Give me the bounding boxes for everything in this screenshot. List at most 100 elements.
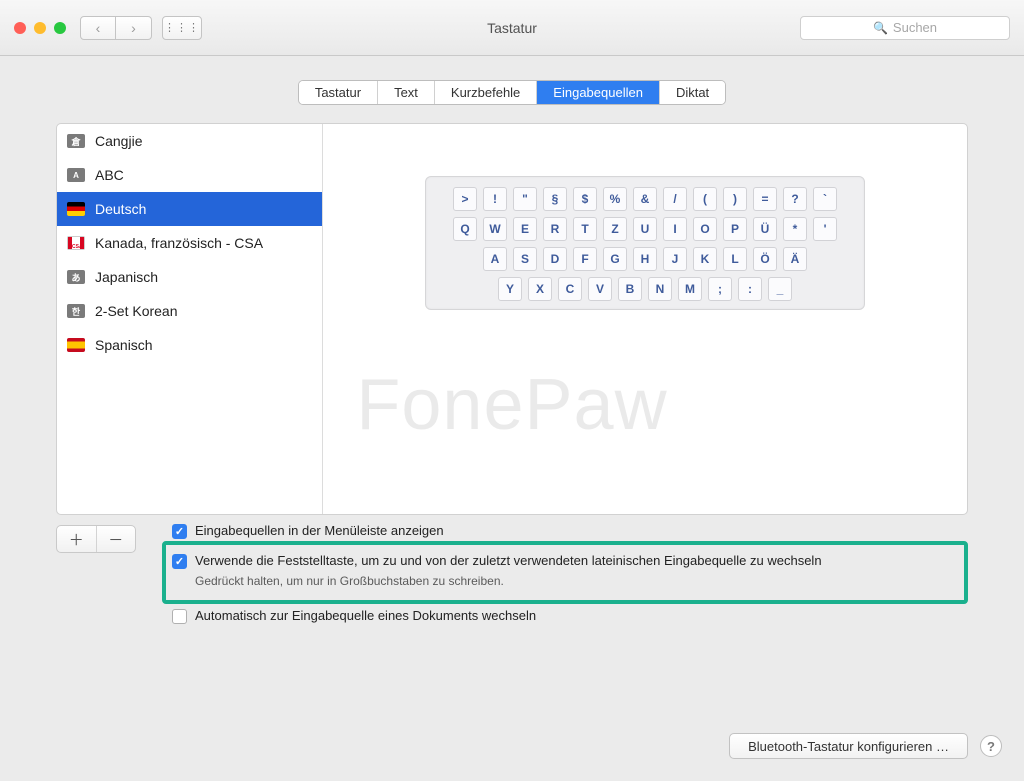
keyboard-key: B	[618, 277, 642, 301]
tab-row: TastaturTextKurzbefehleEingabequellenDik…	[0, 80, 1024, 105]
tab-text[interactable]: Text	[378, 81, 435, 104]
add-source-button[interactable]: ＋	[57, 526, 97, 552]
keyboard-key: "	[513, 187, 537, 211]
input-source-item[interactable]: あJapanisch	[57, 260, 322, 294]
tab-diktat[interactable]: Diktat	[660, 81, 725, 104]
zoom-window-button[interactable]	[54, 22, 66, 34]
keyboard-key: Ö	[753, 247, 777, 271]
source-flag-icon	[67, 202, 85, 216]
input-source-item[interactable]: A ABC	[57, 158, 322, 192]
close-window-button[interactable]	[14, 22, 26, 34]
keyboard-key: H	[633, 247, 657, 271]
source-label: Kanada, französisch - CSA	[95, 235, 263, 251]
keyboard-key: C	[558, 277, 582, 301]
input-source-item[interactable]: 한2-Set Korean	[57, 294, 322, 328]
option-capslock-text: Verwende die Feststelltaste, um zu und v…	[195, 553, 822, 588]
nav-segment: ‹ ›	[80, 16, 152, 40]
minimize-window-button[interactable]	[34, 22, 46, 34]
keyboard-layout: >!"§$%&/()=?`QWERTZUIOPÜ*'ASDFGHJKLÖÄYXC…	[425, 176, 865, 310]
chevron-right-icon: ›	[131, 20, 136, 36]
keyboard-key: /	[663, 187, 687, 211]
options-area: ✓ Eingabequellen in der Menüleiste anzei…	[172, 519, 968, 628]
keyboard-key: X	[528, 277, 552, 301]
grid-icon: ⋮⋮⋮	[164, 21, 200, 34]
keyboard-key: D	[543, 247, 567, 271]
keyboard-key: L	[723, 247, 747, 271]
checkbox-autoswitch[interactable]	[172, 609, 187, 624]
input-source-list[interactable]: 倉Cangjie A ABC Deutsch CSA Kanada, französisc…	[57, 124, 323, 514]
tab-eingabequellen[interactable]: Eingabequellen	[537, 81, 660, 104]
checkbox-capslock[interactable]: ✓	[172, 554, 187, 569]
option-autoswitch-label: Automatisch zur Eingabequelle eines Doku…	[195, 608, 536, 623]
search-input[interactable]: 🔍 Suchen	[800, 16, 1010, 40]
option-autoswitch[interactable]: Automatisch zur Eingabequelle eines Doku…	[172, 604, 968, 628]
keyboard-key: J	[663, 247, 687, 271]
keyboard-key: ?	[783, 187, 807, 211]
input-source-item[interactable]: Spanisch	[57, 328, 322, 362]
option-menubar[interactable]: ✓ Eingabequellen in der Menüleiste anzei…	[172, 519, 968, 543]
keyboard-key: :	[738, 277, 762, 301]
back-button[interactable]: ‹	[80, 16, 116, 40]
lower-controls: ＋ － ✓ Eingabequellen in der Menüleiste a…	[56, 519, 968, 628]
add-remove-segment: ＋ －	[56, 525, 136, 553]
source-label: Spanisch	[95, 337, 153, 353]
option-capslock[interactable]: ✓ Verwende die Feststelltaste, um zu und…	[172, 549, 954, 592]
keyboard-key: $	[573, 187, 597, 211]
keyboard-key: Q	[453, 217, 477, 241]
minus-icon: －	[108, 529, 123, 550]
checkbox-menubar[interactable]: ✓	[172, 524, 187, 539]
source-label: Deutsch	[95, 201, 146, 217]
remove-source-button[interactable]: －	[97, 526, 136, 552]
search-icon: 🔍	[873, 21, 888, 35]
input-source-item[interactable]: 倉Cangjie	[57, 124, 322, 158]
highlighted-option: ✓ Verwende die Feststelltaste, um zu und…	[162, 541, 968, 604]
bluetooth-config-button[interactable]: Bluetooth-Tastatur konfigurieren …	[729, 733, 968, 759]
input-source-item[interactable]: CSA Kanada, französisch - CSA	[57, 226, 322, 260]
source-label: ABC	[95, 167, 124, 183]
keyboard-key: _	[768, 277, 792, 301]
keyboard-key: Y	[498, 277, 522, 301]
keyboard-key: '	[813, 217, 837, 241]
keyboard-key: P	[723, 217, 747, 241]
keyboard-key: &	[633, 187, 657, 211]
help-button[interactable]: ?	[980, 735, 1002, 757]
source-flag-icon	[67, 338, 85, 352]
keyboard-key: E	[513, 217, 537, 241]
window-controls	[14, 22, 66, 34]
help-icon: ?	[987, 739, 995, 754]
keyboard-key: A	[483, 247, 507, 271]
source-flag-icon: CSA	[67, 236, 85, 250]
keyboard-key: >	[453, 187, 477, 211]
plus-icon: ＋	[69, 529, 84, 550]
keyboard-key: K	[693, 247, 717, 271]
keyboard-key: )	[723, 187, 747, 211]
show-all-button[interactable]: ⋮⋮⋮	[162, 16, 202, 40]
option-capslock-hint: Gedrückt halten, um nur in Großbuchstabe…	[195, 574, 822, 588]
keyboard-key: %	[603, 187, 627, 211]
source-flag-icon: 倉	[67, 134, 85, 148]
bottom-bar: Bluetooth-Tastatur konfigurieren … ?	[0, 733, 1024, 759]
keyboard-key: *	[783, 217, 807, 241]
keyboard-key: O	[693, 217, 717, 241]
forward-button[interactable]: ›	[116, 16, 152, 40]
keyboard-key: Ü	[753, 217, 777, 241]
keyboard-key: §	[543, 187, 567, 211]
source-label: 2-Set Korean	[95, 303, 178, 319]
search-placeholder: Suchen	[893, 20, 937, 35]
tab-tastatur[interactable]: Tastatur	[299, 81, 378, 104]
keyboard-key: (	[693, 187, 717, 211]
option-menubar-label: Eingabequellen in der Menüleiste anzeige…	[195, 523, 444, 538]
input-source-item[interactable]: Deutsch	[57, 192, 322, 226]
keyboard-key: V	[588, 277, 612, 301]
keyboard-key: G	[603, 247, 627, 271]
keyboard-key: M	[678, 277, 702, 301]
option-capslock-label: Verwende die Feststelltaste, um zu und v…	[195, 553, 822, 568]
main-panel: 倉CangjieAABCDeutschCSAKanada, französisc…	[56, 123, 968, 515]
tab-kurzbefehle[interactable]: Kurzbefehle	[435, 81, 537, 104]
source-flag-icon: A	[67, 168, 85, 182]
keyboard-key: N	[648, 277, 672, 301]
keyboard-key: T	[573, 217, 597, 241]
keyboard-key: `	[813, 187, 837, 211]
keyboard-key: S	[513, 247, 537, 271]
keyboard-key: ;	[708, 277, 732, 301]
